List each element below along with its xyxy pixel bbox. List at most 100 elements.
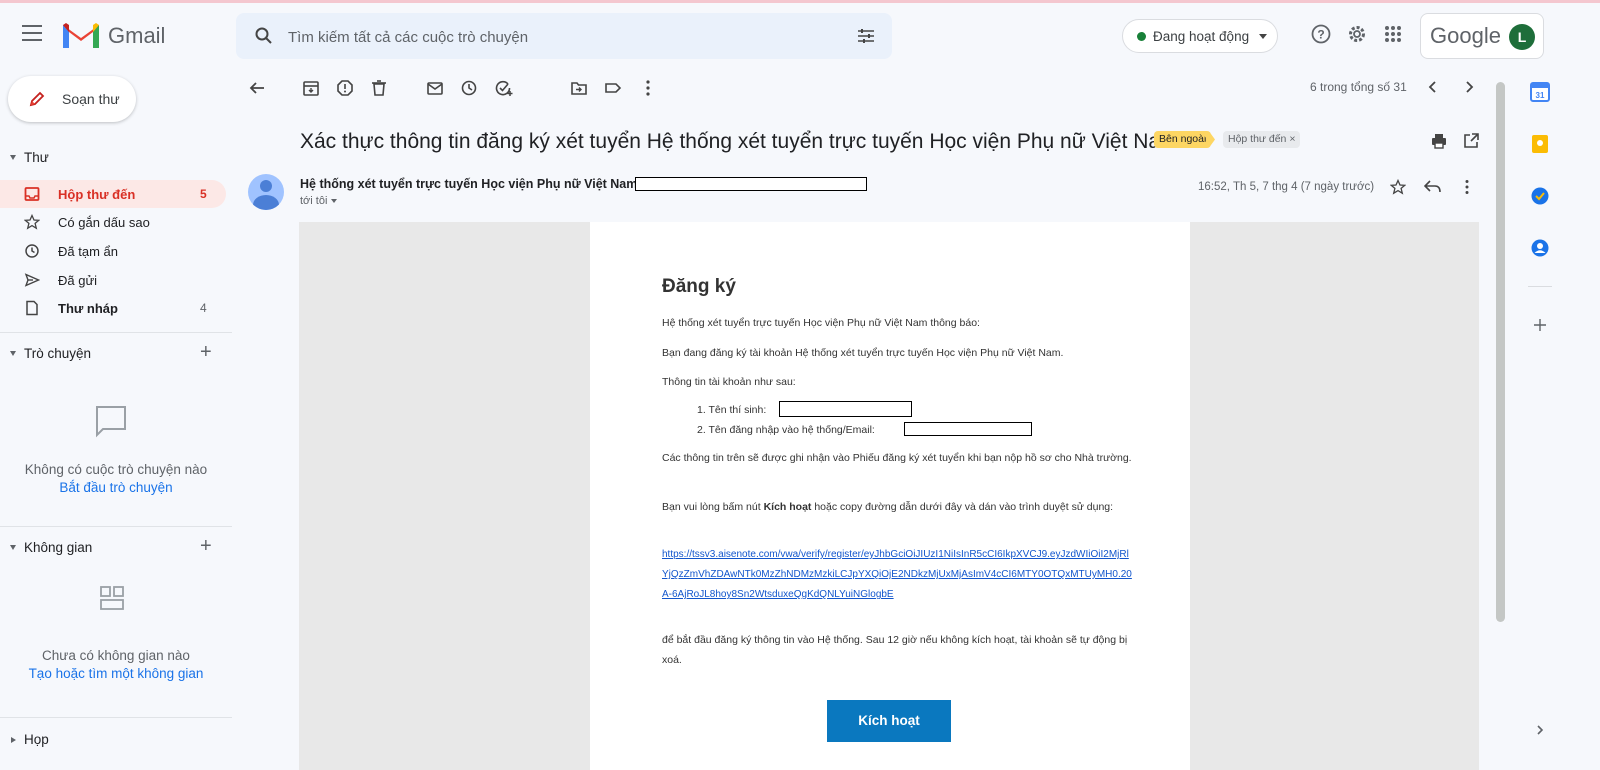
search-icon[interactable]: [254, 26, 274, 46]
tasks-icon[interactable]: [1530, 186, 1550, 206]
redacted-name: [779, 401, 912, 417]
apps-grid-icon[interactable]: [1382, 23, 1404, 45]
delete-trash-icon[interactable]: [370, 79, 388, 97]
pagination-count: 6 trong tổng số 31: [1310, 80, 1407, 94]
inbox-icon: [24, 187, 40, 201]
search-bar[interactable]: [236, 13, 892, 59]
sidebar-item-drafts[interactable]: Thư nháp 4: [0, 294, 226, 322]
scrollbar-thumb[interactable]: [1496, 82, 1505, 622]
sidebar-item-starred[interactable]: Có gắn dấu sao: [0, 208, 226, 236]
back-arrow-icon[interactable]: [248, 79, 266, 97]
sidebar-item-label: Thư nháp: [58, 301, 118, 316]
sidebar-divider: [0, 332, 232, 333]
google-wordmark: Google: [1430, 23, 1501, 48]
importance-marker-icon[interactable]: [1203, 134, 1215, 145]
mail-section-header[interactable]: Thư: [0, 150, 49, 165]
app-name[interactable]: Gmail: [108, 23, 165, 49]
recipient-dropdown[interactable]: tới tôi: [300, 195, 338, 207]
message-toolbar: [244, 70, 1490, 106]
chevron-down-icon: [1259, 34, 1267, 39]
header: Gmail Đang hoạt động ? Google L: [0, 3, 1600, 67]
chat-bubble-icon: [96, 406, 126, 438]
search-options-icon[interactable]: [856, 26, 876, 46]
redacted-email: [904, 422, 1032, 436]
email-paragraph: Hệ thống xét tuyển trực tuyến Học viện P…: [662, 317, 980, 329]
add-task-icon[interactable]: [494, 79, 514, 97]
collapse-icon: [10, 351, 16, 356]
start-chat-link[interactable]: Bắt đầu trò chuyện: [0, 480, 232, 495]
mark-unread-icon[interactable]: [426, 79, 444, 97]
compose-button[interactable]: Soạn thư: [8, 76, 136, 122]
email-paragraph: Thông tin tài khoản như sau:: [662, 376, 796, 388]
verification-link[interactable]: https://tssv3.aisenote.com/vwa/verify/re…: [662, 545, 1132, 605]
expand-icon: [11, 737, 16, 743]
expand-panel-chevron-icon[interactable]: [1534, 724, 1546, 736]
rail-divider: [1528, 286, 1552, 287]
more-vertical-icon[interactable]: [1464, 179, 1470, 195]
chat-section-header[interactable]: Trò chuyện: [0, 346, 91, 361]
redacted-sender-email: [635, 177, 867, 191]
add-addon-plus-icon[interactable]: [1533, 318, 1547, 332]
archive-icon[interactable]: [302, 79, 320, 97]
side-panel-rail: 31: [1512, 70, 1600, 770]
clock-icon: [25, 244, 39, 258]
sender-avatar[interactable]: [248, 174, 284, 210]
collapse-icon: [10, 155, 16, 160]
snooze-clock-icon[interactable]: [460, 79, 478, 97]
gmail-logo-icon[interactable]: [60, 19, 102, 51]
star-icon[interactable]: [1390, 179, 1406, 195]
sidebar-divider: [0, 526, 232, 527]
spaces-section-header[interactable]: Không gian: [0, 540, 92, 555]
keep-notes-icon[interactable]: [1530, 134, 1550, 154]
list-item-name: 1. Tên thí sinh:: [697, 404, 767, 416]
new-chat-plus-icon[interactable]: +: [200, 342, 212, 362]
activate-button[interactable]: Kích hoạt: [827, 700, 951, 742]
draft-count: 4: [200, 301, 207, 315]
sidebar-item-inbox[interactable]: Hộp thư đến 5: [0, 180, 226, 208]
status-label: Đang hoạt động: [1153, 29, 1250, 44]
calendar-icon[interactable]: 31: [1530, 82, 1550, 102]
account-avatar[interactable]: L: [1509, 24, 1535, 50]
print-icon[interactable]: [1430, 132, 1448, 150]
settings-gear-icon[interactable]: [1346, 23, 1368, 45]
email-date: 16:52, Th 5, 7 thg 4 (7 ngày trước): [1198, 181, 1375, 193]
sidebar-item-label: Có gắn dấu sao: [58, 215, 150, 230]
sender-name[interactable]: Hệ thống xét tuyển trực tuyến Học viện P…: [300, 177, 637, 191]
email-subject: Xác thực thông tin đăng ký xét tuyển Hệ …: [300, 130, 1178, 153]
report-spam-icon[interactable]: [336, 79, 354, 97]
draft-icon: [26, 300, 38, 316]
email-paragraph: Các thông tin trên sẽ được ghi nhận vào …: [662, 452, 1132, 464]
chat-empty-state: Không có cuộc trò chuyện nào Bắt đầu trò…: [0, 462, 232, 495]
sidebar-item-label: Hộp thư đến: [58, 187, 136, 202]
next-chevron-icon[interactable]: [1462, 80, 1476, 94]
label-tag-icon[interactable]: [604, 79, 622, 97]
contacts-icon[interactable]: [1530, 238, 1550, 258]
send-icon: [24, 273, 40, 287]
chevron-down-icon: [331, 199, 338, 203]
main-menu-icon[interactable]: [22, 25, 42, 43]
meet-section-header[interactable]: Họp: [0, 732, 49, 747]
email-paragraph: Bạn vui lòng bấm nút Kích hoạt hoặc copy…: [662, 501, 1114, 513]
chat-empty-text: Không có cuộc trò chuyện nào: [24, 462, 208, 477]
svg-text:31: 31: [1536, 91, 1545, 100]
inbox-label-chip[interactable]: Hộp thư đến ×: [1223, 131, 1301, 148]
collapse-icon: [10, 545, 16, 550]
account-switcher[interactable]: Google L: [1420, 13, 1544, 59]
open-new-window-icon[interactable]: [1462, 132, 1480, 150]
sidebar-item-snoozed[interactable]: Đã tạm ẩn: [0, 237, 226, 265]
help-icon[interactable]: ?: [1310, 23, 1332, 45]
move-to-folder-icon[interactable]: [570, 79, 588, 97]
search-input[interactable]: [286, 24, 830, 50]
spaces-empty-state: Chưa có không gian nào Tạo hoặc tìm một …: [0, 648, 232, 681]
more-vertical-icon[interactable]: [644, 79, 652, 97]
sidebar-item-sent[interactable]: Đã gửi: [0, 266, 226, 294]
pencil-icon: [29, 91, 45, 107]
create-space-link[interactable]: Tạo hoặc tìm một không gian: [0, 666, 232, 681]
prev-chevron-icon[interactable]: [1426, 80, 1440, 94]
spaces-empty-text: Chưa có không gian nào: [42, 648, 190, 663]
compose-label: Soạn thư: [62, 91, 120, 107]
email-content-card: [590, 222, 1190, 770]
new-space-plus-icon[interactable]: +: [200, 536, 212, 556]
status-dropdown[interactable]: Đang hoạt động: [1122, 19, 1278, 53]
reply-icon[interactable]: [1424, 180, 1442, 194]
